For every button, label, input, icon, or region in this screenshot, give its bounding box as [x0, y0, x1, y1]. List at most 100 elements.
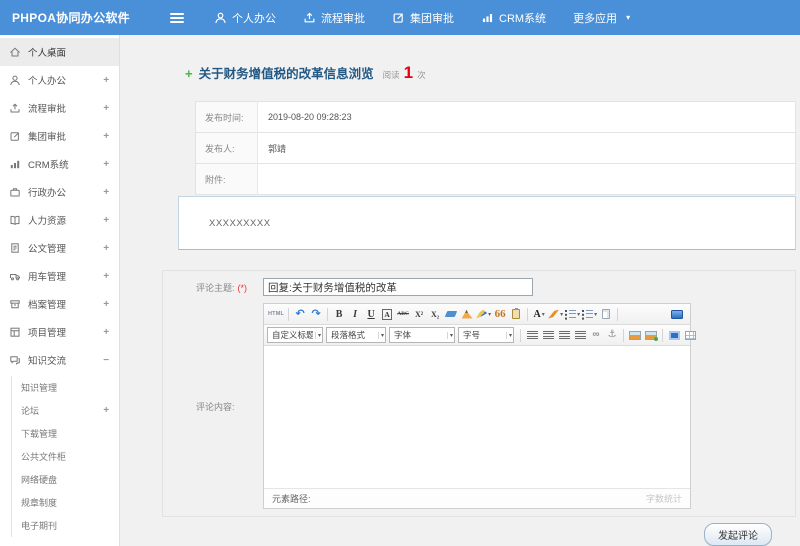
word-count-label[interactable]: 字数统计	[646, 492, 682, 505]
subscript-button[interactable]: X₂	[427, 306, 443, 323]
sidebar-item-personal-office[interactable]: 个人办公 +	[0, 66, 119, 94]
sidebar-item-crm[interactable]: CRM系统 +	[0, 150, 119, 178]
sidebar-item-archives[interactable]: 档案管理 +	[0, 290, 119, 318]
sidebar-item-knowledge[interactable]: 知识交流 −	[0, 346, 119, 374]
blockquote-button[interactable]: 66	[492, 306, 508, 323]
custom-title-select[interactable]: 自定义标题 ▾	[267, 327, 323, 343]
format-painter-button[interactable]: ▾	[475, 306, 492, 323]
insert-table-button[interactable]	[682, 327, 698, 344]
submit-comment-button[interactable]: 发起评论	[704, 523, 772, 546]
unordered-list-button[interactable]: ▾	[581, 306, 598, 323]
toolbar-separator	[527, 307, 529, 321]
caret-down-icon: ▾	[541, 311, 545, 318]
sidebar-item-label: 知识交流	[28, 356, 67, 367]
sidebar-item-vehicle[interactable]: 用车管理 +	[0, 262, 119, 290]
editor-body[interactable]	[264, 346, 690, 488]
editor-toolbar-row1: HTML ↶ ↷ B I U A ABC X² X₂ ▾ 66 A ▾ ▾ ▾ ▾	[264, 304, 690, 325]
fullscreen-button[interactable]	[669, 306, 685, 323]
font-family-select[interactable]: 字体 ▾	[389, 327, 455, 343]
italic-button[interactable]: I	[347, 306, 363, 323]
highlight-button[interactable]: ▾	[547, 306, 564, 323]
undo-button[interactable]: ↶	[292, 306, 308, 323]
sidebar-item-group-approval[interactable]: 集团审批 +	[0, 122, 119, 150]
sidebar-item-hr[interactable]: 人力资源 +	[0, 206, 119, 234]
sidebar-subitem-rules[interactable]: 规章制度	[21, 491, 119, 514]
archive-icon	[9, 298, 21, 310]
expand-mark: +	[103, 270, 109, 282]
nav-item-group-approval[interactable]: 集团审批	[392, 10, 454, 26]
article-content: XXXXXXXXX	[178, 196, 796, 250]
sidebar-item-label: 人力资源	[28, 216, 67, 227]
font-color-button[interactable]: A ▾	[531, 306, 547, 323]
anchor-button[interactable]: ⚓	[604, 327, 620, 344]
align-right-button[interactable]	[556, 327, 572, 344]
insert-table-icon	[684, 330, 696, 340]
info-label: 附件:	[196, 164, 258, 194]
redo-button[interactable]: ↷	[308, 306, 324, 323]
expand-mark: +	[103, 242, 109, 254]
sidebar-subitem-forum[interactable]: 论坛 +	[21, 399, 119, 422]
new-doc-icon	[602, 309, 611, 319]
hamburger-menu-icon[interactable]	[170, 16, 184, 19]
sidebar-subitem-network-disk[interactable]: 网络硬盘	[21, 468, 119, 491]
sidebar-subitem-e-journal[interactable]: 电子期刊	[21, 514, 119, 537]
info-value	[258, 164, 795, 194]
sidebar-item-official-docs[interactable]: 公文管理 +	[0, 234, 119, 262]
superscript-button[interactable]: X²	[411, 306, 427, 323]
rich-text-editor: HTML ↶ ↷ B I U A ABC X² X₂ ▾ 66 A ▾ ▾ ▾ ▾ 自定义标题 ▾ 段落格式 ▾ 字体 ▾…	[263, 303, 696, 509]
required-mark: (*)	[237, 282, 248, 293]
comment-subject-input[interactable]	[263, 278, 533, 296]
unordered-list-icon	[582, 309, 594, 319]
nav-item-personal-office[interactable]: 个人办公	[214, 10, 276, 26]
toolbar-separator	[288, 307, 290, 321]
sidebar-item-workflow-approval[interactable]: 流程审批 +	[0, 94, 119, 122]
sidebar-subitem-knowledge-management[interactable]: 知识管理	[21, 376, 119, 399]
ordered-list-icon	[565, 309, 577, 319]
table-row: 发布时间: 2019-08-20 09:28:23	[196, 102, 795, 133]
nav-item-workflow-approval[interactable]: 流程审批	[303, 10, 365, 26]
paragraph-select[interactable]: 段落格式 ▾	[326, 327, 386, 343]
sidebar-item-label: 个人桌面	[28, 48, 67, 59]
link-icon: ∞	[592, 329, 600, 340]
nav-item-crm[interactable]: CRM系统	[481, 10, 546, 26]
sidebar-subitem-download[interactable]: 下载管理	[21, 422, 119, 445]
video-button[interactable]	[666, 327, 682, 344]
bold-icon: B	[335, 308, 343, 320]
undo-icon: ↶	[295, 307, 305, 320]
align-left-button[interactable]	[524, 327, 540, 344]
paste-icon	[512, 308, 521, 319]
underline-button[interactable]: U	[363, 306, 379, 323]
nav-label: 集团审批	[410, 12, 454, 25]
blockquote-icon: 66	[494, 308, 506, 320]
toolbar-separator	[520, 328, 521, 342]
sidebar-item-admin-office[interactable]: 行政办公 +	[0, 178, 119, 206]
paste-button[interactable]	[508, 306, 524, 323]
align-center-button[interactable]	[540, 327, 556, 344]
image-button[interactable]	[627, 327, 643, 344]
info-value: 郭靖	[268, 143, 287, 154]
align-justify-button[interactable]	[572, 327, 588, 344]
char-border-button[interactable]: A	[379, 306, 395, 323]
strikethrough-button[interactable]: ABC	[395, 306, 411, 323]
nav-item-more-apps[interactable]: 更多应用 ▾	[573, 10, 630, 26]
font-family-select-label: 字体	[394, 330, 412, 340]
highlight-icon	[548, 309, 560, 319]
link-button[interactable]: ∞	[588, 327, 604, 344]
bold-button[interactable]: B	[331, 306, 347, 323]
sidebar-subitem-label: 下载管理	[21, 429, 58, 439]
clear-doc-icon	[461, 309, 473, 319]
new-doc-button[interactable]	[598, 306, 614, 323]
upload-tray-icon	[9, 102, 21, 114]
top-bar: PHPOA协同办公软件 个人办公 流程审批 集团审批 CRM系统 更多应用 ▾	[0, 0, 800, 35]
remove-format-button[interactable]	[443, 306, 459, 323]
sidebar-subitem-label: 论坛	[21, 406, 40, 416]
fullscreen-icon	[671, 309, 683, 319]
ordered-list-button[interactable]: ▾	[564, 306, 581, 323]
source-button[interactable]: HTML	[267, 306, 285, 323]
font-size-select[interactable]: 字号 ▾	[458, 327, 514, 343]
sidebar-subitem-public-cabinet[interactable]: 公共文件柜	[21, 445, 119, 468]
clear-doc-button[interactable]	[459, 306, 475, 323]
sidebar-item-desktop[interactable]: 个人桌面	[0, 38, 119, 66]
sidebar-item-project[interactable]: 项目管理 +	[0, 318, 119, 346]
snapshot-button[interactable]	[643, 327, 659, 344]
